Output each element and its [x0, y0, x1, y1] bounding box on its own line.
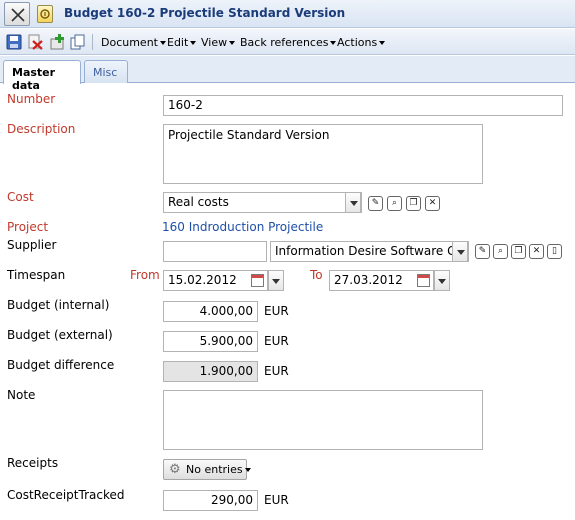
cost-receipt-tracked-input[interactable]: 290,00: [163, 490, 258, 511]
receipts-label: Receipts: [7, 456, 59, 470]
copy-icon[interactable]: ❐: [511, 244, 526, 259]
toolbar-separator: [92, 34, 93, 50]
timespan-label: Timespan: [7, 268, 66, 282]
edit-icon[interactable]: ✎: [475, 244, 490, 259]
cost-receipt-tracked-unit: EUR: [264, 493, 289, 507]
cost-receipt-tracked-label: CostReceiptTracked: [7, 488, 125, 502]
project-link[interactable]: 160 Indroduction Projectile: [162, 220, 323, 234]
budget-difference-label: Budget difference: [7, 358, 115, 372]
menu-edit[interactable]: Edit: [167, 36, 197, 49]
budget-difference-value: 1.900,00: [163, 361, 258, 382]
description-textarea[interactable]: Projectile Standard Version: [163, 124, 483, 184]
clear-icon[interactable]: ✕: [529, 244, 544, 259]
cost-select-value: Real costs: [168, 195, 229, 209]
add-icon[interactable]: [50, 34, 66, 50]
budget-internal-label: Budget (internal): [7, 298, 110, 312]
search-icon[interactable]: ⌕: [387, 196, 402, 211]
timespan-to-label: To: [310, 268, 323, 282]
budget-icon: [37, 5, 53, 23]
menu-back-references[interactable]: Back references: [240, 36, 337, 49]
supplier-input[interactable]: [163, 241, 267, 262]
menu-document[interactable]: Document: [101, 36, 166, 49]
timespan-from-label: From: [130, 268, 160, 282]
supplier-label: Supplier: [7, 238, 57, 252]
chevron-down-icon[interactable]: [434, 270, 450, 291]
copy-icon[interactable]: ❐: [406, 196, 421, 211]
budget-external-unit: EUR: [264, 334, 289, 348]
timespan-from-input[interactable]: 15.02.2012: [163, 270, 268, 291]
calendar-icon[interactable]: [251, 274, 264, 287]
chevron-down-icon[interactable]: [268, 270, 284, 291]
chevron-down-icon[interactable]: [452, 242, 468, 261]
receipts-button-label: No entries: [186, 463, 243, 476]
close-icon: [11, 8, 25, 22]
project-label: Project: [7, 220, 49, 234]
note-label: Note: [7, 388, 36, 402]
gear-icon: ⚙: [169, 462, 181, 477]
chevron-down-icon[interactable]: [345, 193, 361, 212]
budget-internal-unit: EUR: [264, 304, 289, 318]
window-titlebar: Budget 160-2 Projectile Standard Version: [0, 0, 575, 28]
tab-misc[interactable]: Misc: [84, 60, 128, 83]
calendar-icon[interactable]: [417, 274, 430, 287]
timespan-from-value: 15.02.2012: [168, 273, 237, 287]
timespan-to-value: 27.03.2012: [334, 273, 403, 287]
budget-difference-unit: EUR: [264, 364, 289, 378]
budget-internal-input[interactable]: 4.000,00: [163, 301, 258, 322]
clear-icon[interactable]: ✕: [425, 196, 440, 211]
supplier-actions: ✎ ⌕ ❐ ✕ ▯: [475, 244, 573, 259]
note-textarea[interactable]: [163, 390, 483, 450]
number-label: Number: [7, 92, 56, 106]
cost-label: Cost: [7, 190, 34, 204]
receipts-dropdown-button[interactable]: ⚙ No entries: [163, 459, 251, 480]
cost-actions: ✎ ⌕ ❐ ✕: [368, 196, 448, 211]
tab-bar: Master data Misc: [0, 56, 575, 92]
cost-select[interactable]: Real costs: [163, 192, 362, 213]
menu-actions[interactable]: Actions: [337, 36, 386, 49]
supplier-company-value: Information Desire Software Gmb: [275, 244, 469, 258]
new-document-icon[interactable]: ▯: [547, 244, 562, 259]
toolbar: Document Edit View Back references Actio…: [0, 29, 575, 55]
number-input[interactable]: 160-2: [163, 95, 563, 116]
budget-external-input[interactable]: 5.900,00: [163, 331, 258, 352]
description-label: Description: [7, 122, 76, 136]
delete-icon[interactable]: [27, 34, 43, 50]
caret-down-icon: [244, 468, 251, 472]
window-title: Budget 160-2 Projectile Standard Version: [64, 6, 346, 20]
menu-view[interactable]: View: [201, 36, 236, 49]
tab-master-data[interactable]: Master data: [3, 60, 81, 92]
search-icon[interactable]: ⌕: [493, 244, 508, 259]
edit-icon[interactable]: ✎: [368, 196, 383, 211]
close-button[interactable]: [4, 2, 30, 26]
supplier-company-select[interactable]: Information Desire Software Gmb: [270, 241, 469, 262]
save-icon[interactable]: [6, 34, 22, 50]
budget-external-label: Budget (external): [7, 328, 113, 342]
copy-icon[interactable]: [70, 34, 86, 50]
timespan-to-input[interactable]: 27.03.2012: [329, 270, 434, 291]
